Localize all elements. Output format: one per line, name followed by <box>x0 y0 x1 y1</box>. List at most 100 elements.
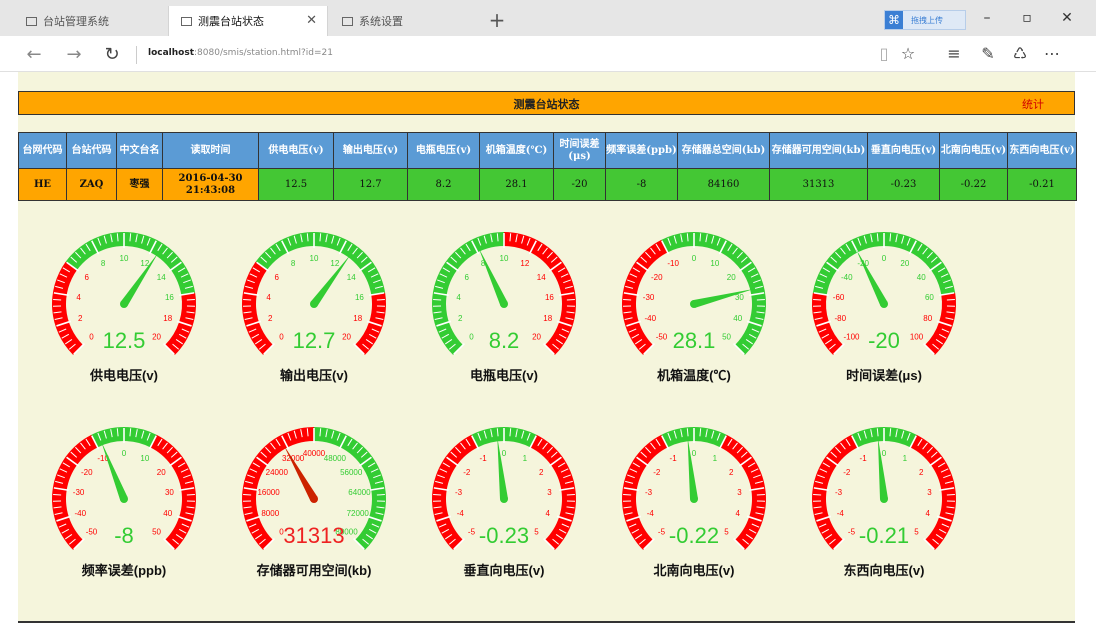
gauge-label: 供电电压(v) <box>90 368 158 383</box>
gauge-tick-label: -30 <box>73 488 85 497</box>
column-header: 台网代码 <box>18 132 67 169</box>
gauge-zone-band <box>242 261 273 355</box>
gauge-tick-label: -20 <box>81 468 93 477</box>
gauge-tick-label: 16 <box>355 293 364 302</box>
gauge-tick-label: -40 <box>841 273 853 282</box>
gauge-value: -0.23 <box>479 523 529 548</box>
share-page-icon[interactable]: ♺ <box>1008 44 1032 63</box>
new-tab-button[interactable]: + <box>484 8 510 32</box>
gauge-tick-label: 5 <box>914 528 919 537</box>
gauge-tick-label: 40000 <box>303 449 326 458</box>
gauge-tick-label: 0 <box>89 333 94 342</box>
gauge-tick-label: 16000 <box>257 488 280 497</box>
statistics-link[interactable]: 统计 <box>1022 96 1044 112</box>
gauge-tick-label: -5 <box>468 528 476 537</box>
gauge-tick <box>946 299 955 301</box>
gauge-tick-label: 0 <box>502 449 507 458</box>
table-cell: 8.2 <box>407 168 480 201</box>
gauge-tick-label: -5 <box>658 528 666 537</box>
gauge-tick-label: 6 <box>85 273 90 282</box>
tab-system-settings[interactable]: 系统设置 <box>330 6 480 36</box>
gauge-tick-label: 4 <box>76 293 81 302</box>
url-field[interactable]: localhost:8080/smis/station.html?id=21 <box>148 48 333 58</box>
gauge-tick <box>433 494 442 496</box>
gauge-needle-hub <box>120 495 128 503</box>
gauge-tick-label: -4 <box>457 509 465 518</box>
gauge-label: 东西向电压(v) <box>843 563 925 578</box>
gauge-tick-label: 6 <box>275 273 280 282</box>
gauge-tick-label: 20 <box>727 273 736 282</box>
gauge-tick-label: 0 <box>279 333 284 342</box>
tab-seismic-station-status[interactable]: 测震台站状态 ✕ <box>168 6 328 36</box>
table-cell: -0.23 <box>867 168 940 201</box>
gauge-tick <box>566 494 575 496</box>
gauge-tick-label: 10 <box>120 254 129 263</box>
gauge-tick-label: 40 <box>917 273 926 282</box>
bottom-divider <box>18 621 1075 623</box>
gauge-label: 电瓶电压(v) <box>470 368 538 383</box>
gauge-needle <box>693 288 755 308</box>
gauge-tick <box>243 299 252 301</box>
web-note-icon[interactable]: ✎ <box>976 44 1000 63</box>
gauge-tick-label: 0 <box>122 449 127 458</box>
upload-button[interactable]: ⌘ 拖拽上传 <box>884 10 966 30</box>
gauge-time-error: -100-80-60-40-20020406080100-20时间误差(μs) <box>794 222 974 383</box>
gauge-north-south-voltage: -5 -4 -3 -2 -1 0 1 2 3 4 5 -0.22 北南向电压(v) <box>604 417 784 578</box>
gauge-dial: 0800016000240003200040000480005600064000… <box>242 427 386 550</box>
tab-station-management[interactable]: 台站管理系统 <box>14 6 164 36</box>
gauge-tick-label: -2 <box>463 468 471 477</box>
refresh-icon[interactable]: ↻ <box>100 44 124 65</box>
gauge-tick-label: 10 <box>310 254 319 263</box>
gauge-tick-label: 60 <box>925 293 934 302</box>
gauge-tick <box>813 299 822 301</box>
table-cell: -0.21 <box>1007 168 1077 201</box>
gauge-label: 时间误差(μs) <box>846 368 922 383</box>
gauge-tick <box>433 299 442 301</box>
favorite-star-icon[interactable]: ☆ <box>896 44 920 63</box>
gauge-tick-label: 72000 <box>347 509 370 518</box>
gauge-tick-label: 2 <box>729 468 734 477</box>
gauge-tick-label: 14 <box>157 273 166 282</box>
back-arrow-icon[interactable]: ← <box>22 44 46 65</box>
url-path: :8080/smis/station.html?id=21 <box>194 48 333 58</box>
table-row: HE ZAQ 枣强 2016-04-30 21:43:08 12.5 12.7 … <box>18 168 1077 201</box>
gauge-tick-label: 40 <box>163 509 172 518</box>
gauge-tick-label: -50 <box>656 333 668 342</box>
gauge-tick-label: 14 <box>537 273 546 282</box>
maximize-button[interactable]: ▫ <box>1012 10 1042 26</box>
gauge-zone-band <box>925 292 956 355</box>
gauge-storage-available: 0 8000 16000 24000 32000 40000 48000 56000 64000… <box>224 417 404 578</box>
gauge-tick-label: 2 <box>78 314 83 323</box>
gauge-value: -8 <box>114 523 134 548</box>
reading-view-icon[interactable]: ▯ <box>872 44 896 63</box>
close-tab-icon[interactable]: ✕ <box>306 13 317 28</box>
gauge-tick-label: -1 <box>670 454 678 463</box>
gauge-tick-label: 1 <box>523 454 528 463</box>
gauge-tick <box>756 299 765 301</box>
gauge-tick-label: -2 <box>653 468 661 477</box>
gauge-tick-label: 10 <box>500 254 509 263</box>
gauge-tick-label: -3 <box>645 488 653 497</box>
gauge-needle-hub <box>310 300 318 308</box>
gauge-value: -20 <box>868 328 900 353</box>
close-window-button[interactable]: ✕ <box>1052 10 1082 26</box>
forward-arrow-icon[interactable]: → <box>62 44 86 65</box>
minimize-button[interactable]: – <box>972 10 1002 26</box>
gauge-needle <box>877 437 888 500</box>
gauge-value: -0.22 <box>669 523 719 548</box>
gauge-tick <box>376 494 385 496</box>
gauge-tick-label: -10 <box>667 259 679 268</box>
page-icon <box>181 16 192 26</box>
column-header: 存储器可用空间(kb) <box>769 132 868 169</box>
more-icon[interactable]: ⋯ <box>1040 44 1064 63</box>
gauge-needle <box>687 437 698 500</box>
gauge-dial: -5 -4 -3 -2 -1 0 1 2 3 4 5 -0.22 <box>622 427 766 550</box>
gauge-tick <box>243 494 252 496</box>
gauge-tick-label: 50 <box>722 333 731 342</box>
gauge-tick-label: 8 <box>291 259 296 268</box>
gauge-tick-label: 0 <box>882 254 887 263</box>
gauge-tick-label: 3 <box>927 488 932 497</box>
gauge-needle-hub <box>120 300 128 308</box>
column-header: 台站代码 <box>66 132 117 169</box>
hub-icon[interactable]: ≡ <box>942 44 966 63</box>
